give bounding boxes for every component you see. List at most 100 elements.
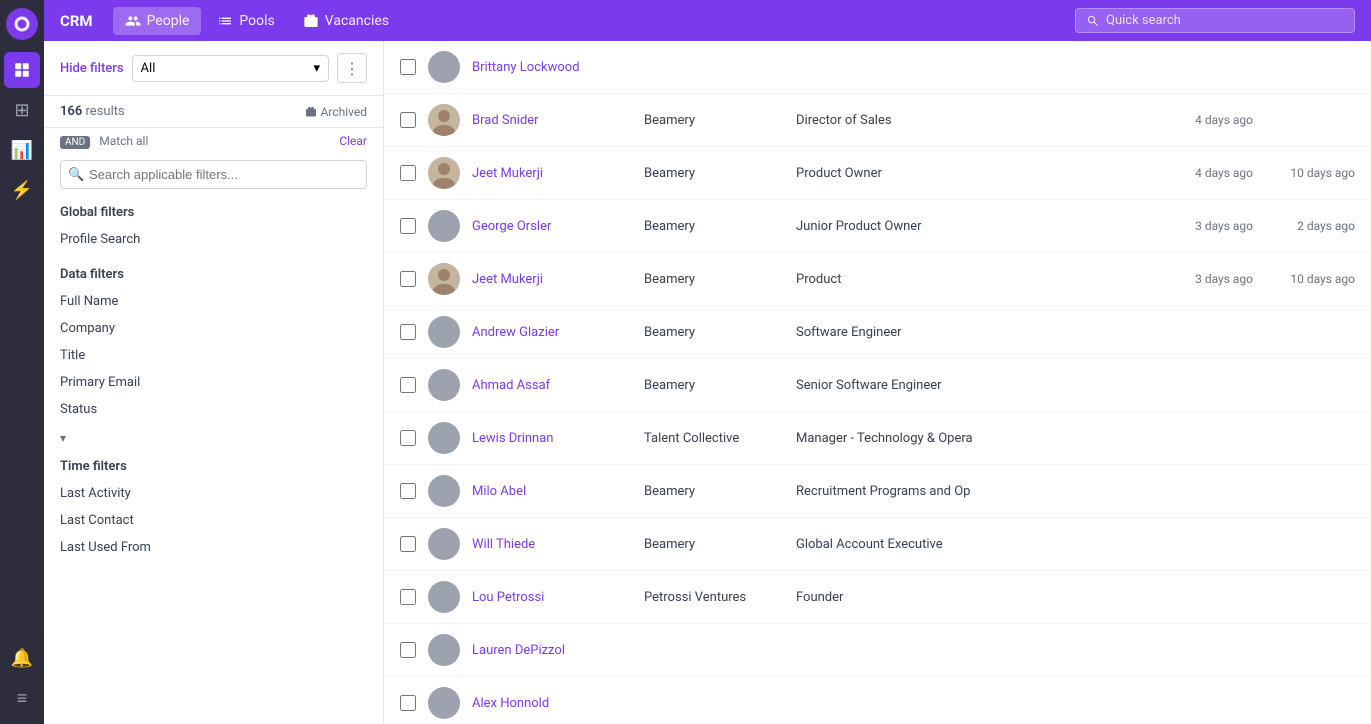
person-checkbox[interactable] — [400, 536, 416, 552]
nav-icon-person[interactable]: ⊞ — [4, 92, 40, 128]
person-checkbox[interactable] — [400, 377, 416, 393]
person-title: Product Owner — [796, 166, 1151, 181]
person-avatar — [428, 51, 460, 83]
and-badge: AND — [60, 136, 90, 149]
nav-vacancies[interactable]: Vacancies — [291, 7, 401, 35]
person-name[interactable]: Ahmad Assaf — [472, 378, 632, 393]
person-row[interactable]: Lauren DePizzol — [384, 624, 1371, 677]
person-company: Beamery — [644, 219, 784, 234]
sidebar-results: 166 results Archived — [44, 96, 383, 128]
data-filters-title: Data filters — [60, 267, 367, 282]
person-checkbox[interactable] — [400, 59, 416, 75]
filter-item-company[interactable]: Company — [60, 315, 367, 342]
person-last-activity: 4 days ago — [1163, 113, 1253, 127]
clear-button[interactable]: Clear — [339, 134, 367, 148]
person-title: Founder — [796, 590, 1151, 605]
person-row[interactable]: Jeet Mukerji Beamery Product 3 days ago … — [384, 253, 1371, 306]
person-avatar — [428, 422, 460, 454]
people-list: Brittany Lockwood Brad Snider Beamery Di… — [384, 41, 1371, 724]
hide-filters-button[interactable]: Hide filters — [60, 61, 124, 76]
person-checkbox[interactable] — [400, 695, 416, 711]
person-name[interactable]: Andrew Glazier — [472, 325, 632, 340]
filter-item-last-used-from[interactable]: Last Used From — [60, 534, 367, 561]
person-title: Manager - Technology & Opera — [796, 431, 1151, 446]
person-row[interactable]: Alex Honnold — [384, 677, 1371, 724]
person-company: Beamery — [644, 378, 784, 393]
person-name[interactable]: Will Thiede — [472, 537, 632, 552]
person-avatar — [428, 104, 460, 136]
person-row[interactable]: Brittany Lockwood — [384, 41, 1371, 94]
filter-item-status[interactable]: Status — [60, 396, 367, 423]
content-row: Hide filters All ▾ ⋮ 166 results Archive… — [44, 41, 1371, 724]
person-avatar — [428, 634, 460, 666]
person-row[interactable]: Lou Petrossi Petrossi Ventures Founder — [384, 571, 1371, 624]
person-row[interactable]: George Orsler Beamery Junior Product Own… — [384, 200, 1371, 253]
person-checkbox[interactable] — [400, 112, 416, 128]
person-checkbox[interactable] — [400, 589, 416, 605]
sidebar-toolbar: Hide filters All ▾ ⋮ — [44, 41, 383, 96]
person-title: Recruitment Programs and Op — [796, 484, 1151, 499]
person-name[interactable]: Jeet Mukerji — [472, 272, 632, 287]
person-row[interactable]: Brad Snider Beamery Director of Sales 4 … — [384, 94, 1371, 147]
person-checkbox[interactable] — [400, 430, 416, 446]
person-title: Product — [796, 272, 1151, 287]
person-row[interactable]: Andrew Glazier Beamery Software Engineer — [384, 306, 1371, 359]
person-company: Beamery — [644, 272, 784, 287]
person-name[interactable]: Lewis Drinnan — [472, 431, 632, 446]
nav-icon-lightning[interactable]: ⚡ — [4, 172, 40, 208]
sidebar: Hide filters All ▾ ⋮ 166 results Archive… — [44, 41, 384, 724]
filter-item-last-activity[interactable]: Last Activity — [60, 480, 367, 507]
person-checkbox[interactable] — [400, 218, 416, 234]
person-name[interactable]: Lou Petrossi — [472, 590, 632, 605]
person-name[interactable]: Alex Honnold — [472, 696, 632, 711]
person-row[interactable]: Ahmad Assaf Beamery Senior Software Engi… — [384, 359, 1371, 412]
nav-icon-chart[interactable]: 📊 — [4, 132, 40, 168]
archived-label: Archived — [321, 105, 367, 119]
nav-icon-dashboard[interactable] — [4, 52, 40, 88]
nav-pools[interactable]: Pools — [205, 7, 286, 35]
person-name[interactable]: Lauren DePizzol — [472, 643, 632, 658]
person-row[interactable]: Will Thiede Beamery Global Account Execu… — [384, 518, 1371, 571]
filter-item-title[interactable]: Title — [60, 342, 367, 369]
filter-item-full-name[interactable]: Full Name — [60, 288, 367, 315]
person-row[interactable]: Milo Abel Beamery Recruitment Programs a… — [384, 465, 1371, 518]
person-checkbox[interactable] — [400, 324, 416, 340]
person-checkbox[interactable] — [400, 483, 416, 499]
sidebar-search[interactable]: 🔍 — [44, 154, 383, 195]
person-avatar — [428, 687, 460, 719]
person-checkbox[interactable] — [400, 271, 416, 287]
filter-item-primary-email[interactable]: Primary Email — [60, 369, 367, 396]
more-options-button[interactable]: ⋮ — [337, 53, 367, 83]
nav-people[interactable]: People — [113, 7, 202, 35]
global-filters-section: Global filters Profile Search — [44, 195, 383, 257]
person-last-contact: 10 days ago — [1265, 272, 1355, 286]
person-last-activity: 3 days ago — [1163, 219, 1253, 233]
person-row[interactable]: Jeet Mukerji Beamery Product Owner 4 day… — [384, 147, 1371, 200]
app-logo — [6, 8, 38, 40]
show-more-filters[interactable]: ▾ — [44, 427, 383, 449]
filter-select[interactable]: All ▾ — [132, 55, 329, 82]
person-last-contact: 2 days ago — [1265, 219, 1355, 233]
person-name[interactable]: Brittany Lockwood — [472, 60, 632, 75]
filter-search-input[interactable] — [60, 160, 367, 189]
person-title: Director of Sales — [796, 113, 1151, 128]
filter-item-last-contact[interactable]: Last Contact — [60, 507, 367, 534]
nav-icon-bell[interactable]: 🔔 — [4, 640, 40, 676]
person-name[interactable]: Jeet Mukerji — [472, 166, 632, 181]
search-icon: 🔍 — [68, 167, 84, 182]
person-title: Senior Software Engineer — [796, 378, 1151, 393]
person-avatar — [428, 581, 460, 613]
person-title: Software Engineer — [796, 325, 1151, 340]
person-checkbox[interactable] — [400, 165, 416, 181]
person-name[interactable]: Brad Snider — [472, 113, 632, 128]
person-row[interactable]: Lewis Drinnan Talent Collective Manager … — [384, 412, 1371, 465]
person-checkbox[interactable] — [400, 642, 416, 658]
archived-button[interactable]: Archived — [305, 105, 367, 119]
filter-item-profile-search[interactable]: Profile Search — [60, 226, 367, 253]
person-name[interactable]: Milo Abel — [472, 484, 632, 499]
icon-bar: ⊞ 📊 ⚡ 🔔 ≡ — [0, 0, 44, 724]
nav-icon-menu[interactable]: ≡ — [4, 680, 40, 716]
person-name[interactable]: George Orsler — [472, 219, 632, 234]
person-title: Junior Product Owner — [796, 219, 1151, 234]
quick-search[interactable]: Quick search — [1075, 8, 1355, 33]
